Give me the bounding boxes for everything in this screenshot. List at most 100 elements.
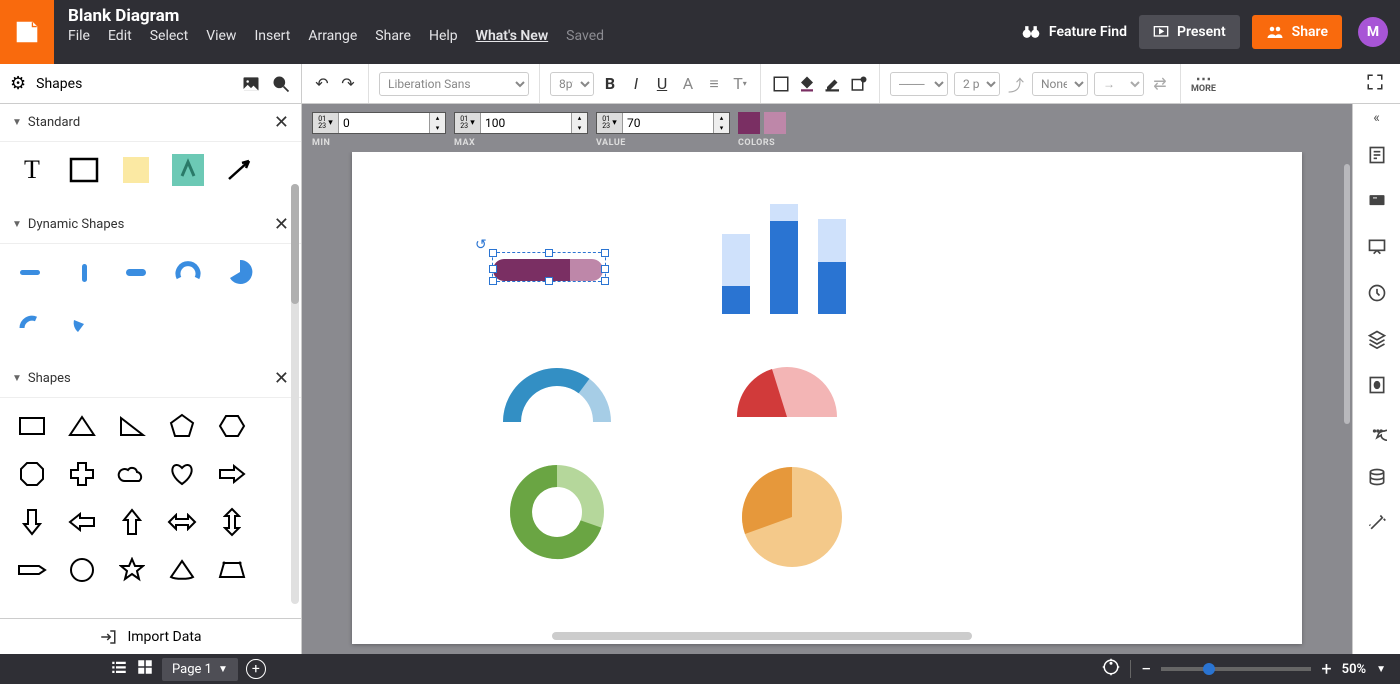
zoom-in-button[interactable]: + [1321, 659, 1331, 680]
line-route-icon[interactable]: ⤴ [1006, 74, 1026, 94]
text-options-icon[interactable]: T▾ [730, 74, 750, 94]
menu-help[interactable]: Help [429, 28, 458, 44]
double-arrow-h-shape[interactable] [164, 504, 200, 540]
arrow-down-shape[interactable] [14, 504, 50, 540]
cross-shape[interactable] [64, 456, 100, 492]
right-triangle-shape[interactable] [114, 408, 150, 444]
pentagon-shape[interactable] [164, 408, 200, 444]
value-input[interactable]: 0123 ▾ ▴▾ [596, 112, 730, 134]
target-icon[interactable] [1102, 658, 1120, 680]
magic-icon[interactable] [1353, 500, 1400, 546]
data-icon[interactable] [1353, 454, 1400, 500]
arrow-end-select[interactable]: → [1094, 72, 1144, 96]
triangle-shape[interactable] [64, 408, 100, 444]
redo-icon[interactable]: ↷ [338, 74, 358, 94]
cloud-shape[interactable] [114, 456, 150, 492]
hexagon-shape[interactable] [214, 408, 250, 444]
notes-icon[interactable] [1353, 132, 1400, 178]
star-shape[interactable] [114, 552, 150, 588]
collapse-panel-icon[interactable]: « [1373, 110, 1380, 132]
font-size-select[interactable]: 8pt [550, 72, 594, 96]
text-color-icon[interactable]: A [678, 74, 698, 94]
heart-shape[interactable] [164, 456, 200, 492]
add-page-button[interactable]: + [246, 659, 266, 679]
bar-chart-shape[interactable] [722, 194, 846, 314]
fill-icon[interactable] [1353, 362, 1400, 408]
halfarc-dynamic[interactable] [14, 306, 50, 342]
pie-dynamic[interactable] [222, 254, 258, 290]
canvas-scrollbar[interactable] [1344, 164, 1350, 424]
section-dynamic-header[interactable]: ▼ Dynamic Shapes ✕ [0, 206, 301, 244]
section-shapes-header[interactable]: ▼ Shapes ✕ [0, 360, 301, 398]
hbar-dynamic[interactable] [14, 254, 50, 290]
underline-icon[interactable]: U [652, 74, 672, 94]
semicircle-gauge-shape[interactable] [732, 362, 842, 422]
text-shape[interactable]: T [14, 152, 50, 188]
max-input[interactable]: 0123 ▾ ▴▾ [454, 112, 588, 134]
pie-chart-shape[interactable] [737, 462, 847, 572]
close-icon[interactable]: ✕ [274, 214, 289, 235]
circle-shape[interactable] [64, 552, 100, 588]
page-tab[interactable]: Page 1 ▼ [162, 658, 238, 681]
hotspot-shape[interactable] [170, 152, 206, 188]
undo-icon[interactable]: ↶ [312, 74, 332, 94]
zoom-slider[interactable] [1161, 667, 1311, 671]
zoom-out-button[interactable]: − [1141, 659, 1151, 680]
font-select[interactable]: Liberation Sans [379, 72, 529, 96]
horizontal-scrollbar[interactable] [552, 632, 972, 640]
close-icon[interactable]: ✕ [274, 368, 289, 389]
menu-whats-new[interactable]: What's New [476, 28, 549, 44]
double-arrow-v-shape[interactable] [214, 504, 250, 540]
donut-chart-shape[interactable] [507, 462, 607, 562]
cone-shape[interactable] [164, 552, 200, 588]
document-title[interactable]: Blank Diagram [68, 6, 1007, 26]
octagon-shape[interactable] [14, 456, 50, 492]
min-input[interactable]: 0123 ▾ ▴▾ [312, 112, 446, 134]
rotate-handle-icon[interactable]: ↺ [475, 237, 487, 253]
bold-icon[interactable]: B [600, 74, 620, 94]
search-icon[interactable] [271, 74, 291, 94]
color-swatch-2[interactable] [764, 112, 786, 134]
arc-dynamic[interactable] [170, 254, 206, 290]
note-shape[interactable] [118, 152, 154, 188]
chat-icon[interactable] [1353, 408, 1400, 454]
align-icon[interactable]: ≡ [704, 74, 724, 94]
canvas-page[interactable]: ↺ [352, 152, 1302, 644]
line-style-select[interactable]: ─── [890, 72, 948, 96]
arrow-left-shape[interactable] [64, 504, 100, 540]
shape-options-icon[interactable] [849, 74, 869, 94]
vbar-dynamic[interactable] [66, 254, 102, 290]
selected-shape-progress-pill[interactable]: ↺ [492, 252, 606, 282]
trapezoid-shape[interactable] [214, 552, 250, 588]
presentation-icon[interactable] [1353, 224, 1400, 270]
present-button[interactable]: Present [1139, 15, 1240, 49]
menu-share[interactable]: Share [375, 28, 411, 44]
user-avatar[interactable]: M [1358, 17, 1388, 47]
grid-view-icon[interactable] [136, 658, 154, 680]
section-standard-header[interactable]: ▼ Standard ✕ [0, 104, 301, 142]
stroke-width-select[interactable]: 2 px [954, 72, 1000, 96]
arrow-start-select[interactable]: None [1032, 72, 1088, 96]
border-color-icon[interactable] [823, 74, 843, 94]
arrow-right-shape[interactable] [214, 456, 250, 492]
flag-shape[interactable] [14, 552, 50, 588]
comments-icon[interactable]: "" [1353, 178, 1400, 224]
sidebar-scrollbar[interactable] [291, 184, 299, 604]
menu-insert[interactable]: Insert [254, 28, 290, 44]
slice-dynamic[interactable] [66, 306, 102, 342]
zoom-level[interactable]: 50% [1342, 662, 1366, 677]
menu-file[interactable]: File [68, 28, 90, 44]
menu-edit[interactable]: Edit [108, 28, 132, 44]
rect-shape[interactable] [14, 408, 50, 444]
history-icon[interactable] [1353, 270, 1400, 316]
import-data-button[interactable]: Import Data [0, 618, 301, 654]
italic-icon[interactable]: I [626, 74, 646, 94]
block-shape[interactable] [66, 152, 102, 188]
close-icon[interactable]: ✕ [274, 112, 289, 133]
arrow-up-shape[interactable] [114, 504, 150, 540]
image-icon[interactable] [241, 74, 261, 94]
swap-arrows-icon[interactable]: ⇄ [1150, 74, 1170, 94]
gear-icon[interactable]: ⚙ [10, 73, 26, 94]
arc-gauge-shape[interactable] [502, 362, 612, 432]
line-shape[interactable] [222, 152, 258, 188]
